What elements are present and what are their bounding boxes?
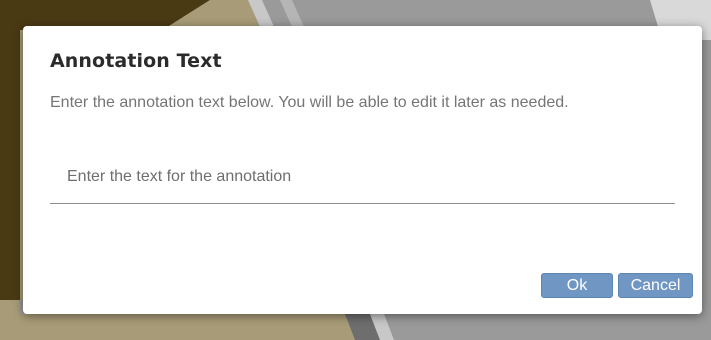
dialog-title: Annotation Text: [50, 50, 222, 72]
annotation-text-field: [50, 150, 675, 204]
ok-button[interactable]: Ok: [541, 273, 613, 298]
cancel-button[interactable]: Cancel: [618, 273, 693, 298]
annotation-text-dialog: Annotation Text Enter the annotation tex…: [23, 26, 702, 314]
dialog-description: Enter the annotation text below. You wil…: [50, 94, 569, 111]
annotation-text-input[interactable]: [50, 150, 675, 203]
